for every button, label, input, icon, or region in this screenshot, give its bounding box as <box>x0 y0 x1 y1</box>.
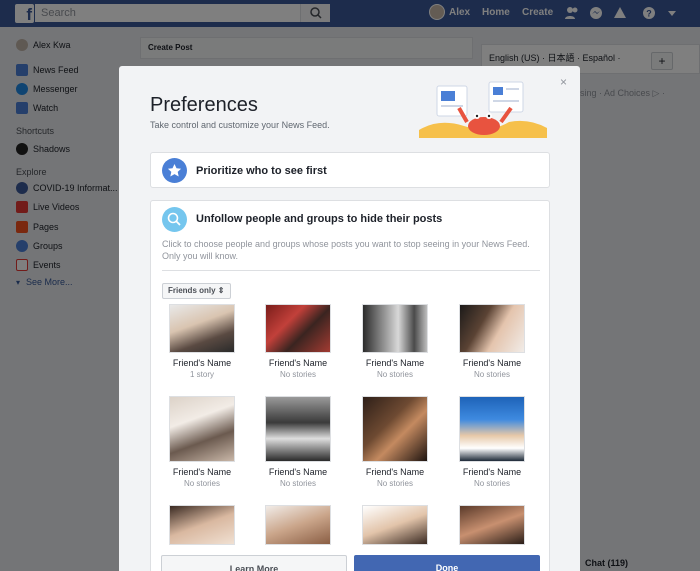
friend-name: Friend's Name <box>365 358 425 368</box>
friend-name: Friend's Name <box>172 467 232 477</box>
magnifier-icon <box>162 207 187 232</box>
friend-photo <box>362 304 428 353</box>
friend-photo <box>459 505 525 545</box>
prioritize-label: Prioritize who to see first <box>196 165 327 177</box>
friends-filter-dropdown[interactable]: Friends only ⇕ <box>162 283 231 299</box>
friend-stories: No stories <box>183 479 220 488</box>
divider <box>162 270 540 271</box>
friend-name: Friend's Name <box>172 358 232 368</box>
friend-photo <box>265 304 331 353</box>
friend-stories: No stories <box>279 479 316 488</box>
friend-name: Friend's Name <box>268 467 328 477</box>
friend-stories: No stories <box>473 370 510 379</box>
friend-stories: No stories <box>376 370 413 379</box>
crab-illustration <box>419 81 547 138</box>
friend-name: Friend's Name <box>268 358 328 368</box>
friend-name: Friend's Name <box>365 467 425 477</box>
friend-photo <box>362 505 428 545</box>
friend-name: Friend's Name <box>462 467 522 477</box>
friend-photo <box>459 304 525 353</box>
friend-photo <box>362 396 428 462</box>
friend-photo <box>169 505 235 545</box>
friend-stories: No stories <box>279 370 316 379</box>
unfollow-description: Click to choose people and groups whose … <box>162 239 530 261</box>
unfollow-section: Unfollow people and groups to hide their… <box>150 200 550 571</box>
learn-more-button[interactable]: Learn More <box>161 555 347 571</box>
friend-name: Friend's Name <box>462 358 522 368</box>
preferences-dialog: × Preferences Take control and customize… <box>119 66 580 571</box>
close-icon[interactable]: × <box>560 75 567 89</box>
prioritize-option[interactable]: Prioritize who to see first <box>150 152 550 188</box>
friend-photo <box>169 396 235 462</box>
unfollow-title: Unfollow people and groups to hide their… <box>196 213 443 225</box>
friend-stories: No stories <box>473 479 510 488</box>
friend-stories: No stories <box>376 479 413 488</box>
star-icon <box>162 158 187 183</box>
friend-photo <box>169 304 235 353</box>
friend-photo <box>265 396 331 462</box>
friend-photo <box>459 396 525 462</box>
page-subtitle: Take control and customize your News Fee… <box>150 120 330 130</box>
friend-photo <box>265 505 331 545</box>
done-button[interactable]: Done <box>354 555 540 571</box>
friend-stories: 1 story <box>189 370 214 379</box>
page-title: Preferences <box>150 94 258 116</box>
